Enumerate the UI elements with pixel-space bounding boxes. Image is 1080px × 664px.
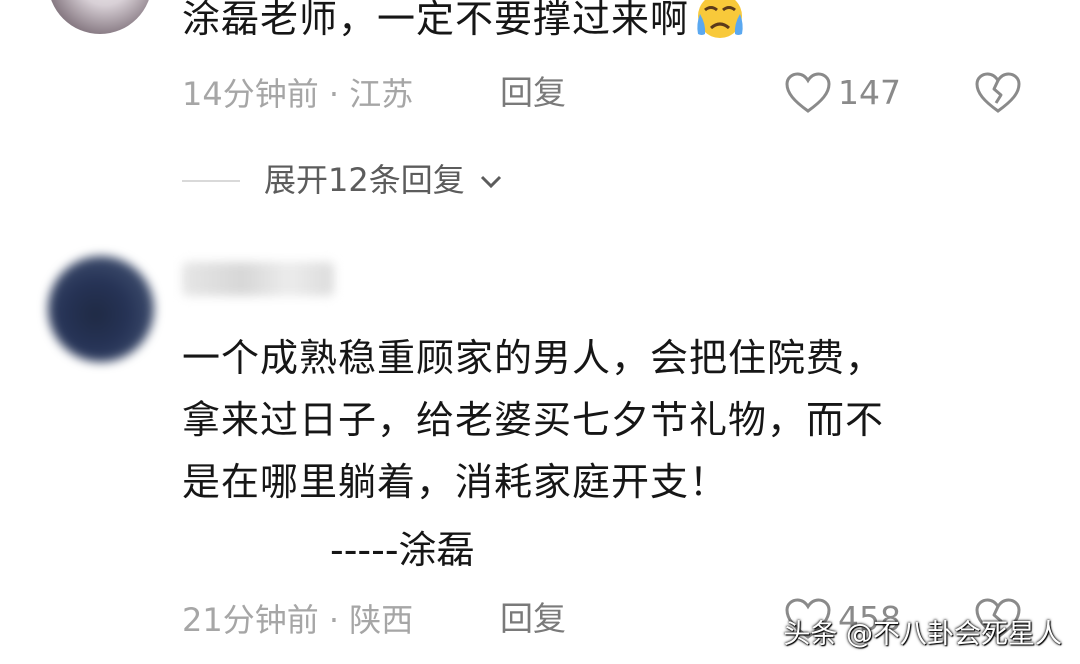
comment-signature: -----涂磊 (330, 528, 475, 572)
chevron-down-icon (479, 173, 503, 191)
comment-line: 一个成熟稳重顾家的男人，会把住院费， (182, 336, 885, 380)
avatar[interactable] (48, 0, 152, 34)
like-count: 147 (838, 73, 901, 112)
comment-time-location: 21分钟前 · 陕西 (182, 601, 414, 639)
expand-divider (182, 180, 240, 182)
expand-replies-button[interactable]: 展开12条回复 (264, 158, 503, 202)
crying-face-emoji-icon (691, 0, 749, 56)
comment-body: 涂磊老师，一定不要撑过来啊 (182, 0, 690, 41)
expand-replies-label: 展开12条回复 (264, 161, 465, 199)
comment-text: 涂磊老师，一定不要撑过来啊 (182, 0, 749, 56)
heart-icon[interactable] (784, 71, 832, 115)
comment-line: 拿来过日子，给老婆买七夕节礼物，而不 (182, 398, 885, 442)
comment-line: 是在哪里躺着，消耗家庭开支！ (182, 460, 729, 504)
watermark: 头条 @不八卦会死星人 (783, 619, 1062, 650)
reply-button[interactable]: 回复 (500, 597, 566, 641)
avatar[interactable] (48, 256, 154, 362)
comment-time-location: 14分钟前 · 江苏 (182, 75, 414, 113)
broken-heart-icon[interactable] (974, 71, 1022, 115)
username-blurred[interactable] (182, 262, 334, 296)
reply-button[interactable]: 回复 (500, 71, 566, 115)
